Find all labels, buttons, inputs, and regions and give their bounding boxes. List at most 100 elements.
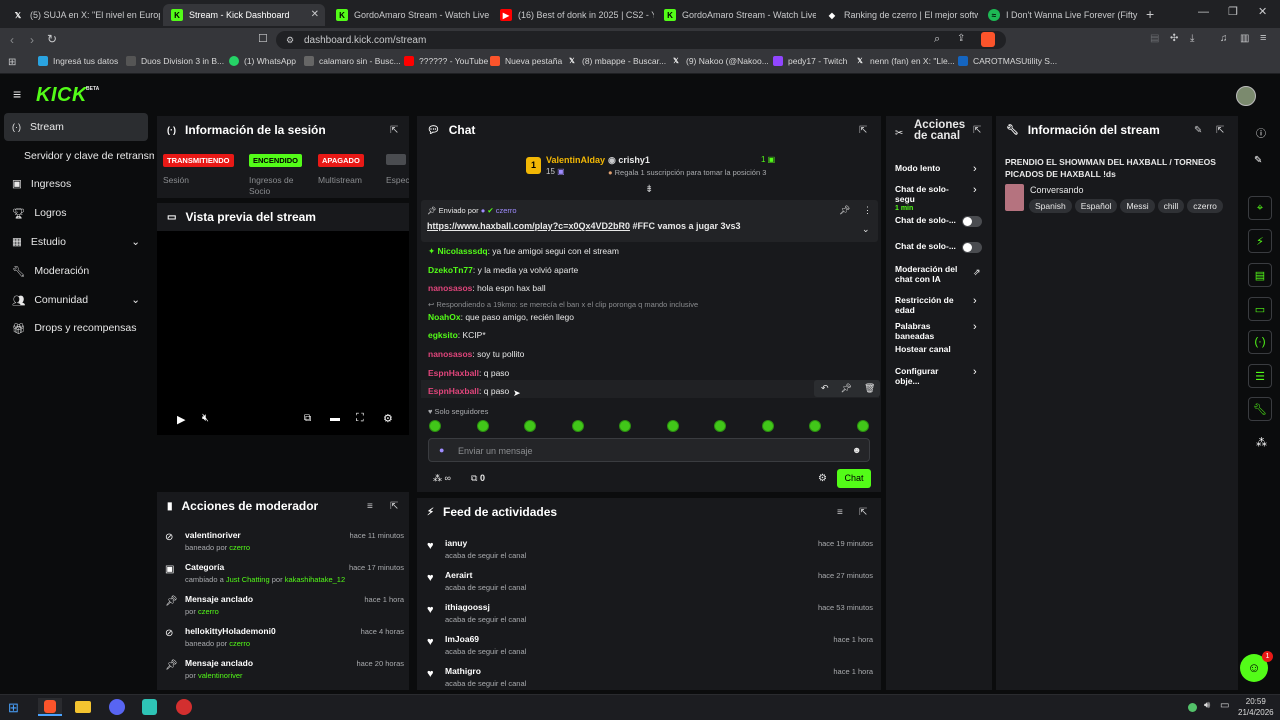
site-info-icon[interactable]: ⚙ [286,35,294,46]
apps-grid-icon[interactable]: ⊞ [8,57,16,68]
feed-user[interactable]: ImJoa69 [445,634,479,644]
fullscreen-icon[interactable]: ⛶ [356,412,364,425]
bookmark-item[interactable]: ?????? - YouTube [404,56,488,66]
browser-tab[interactable]: 𝕏(5) SUJA en X: "El nivel en Europa es [4,4,160,26]
browser-tab[interactable]: ◆ Ranking de czerro | El mejor softwa [818,4,978,26]
more-icon[interactable]: ⋮ [863,205,872,216]
rail-button[interactable]: (·) [1248,330,1272,354]
bookmark-item[interactable]: pedy17 - Twitch [773,56,847,66]
sidebar-item-income[interactable]: ▣ Ingresos [4,170,148,198]
bookmark-item[interactable]: 𝕏 (8) mbappe - Buscar... [567,56,666,66]
app-icon[interactable] [176,699,192,715]
channel-action-item[interactable]: Configurar obje... [895,366,985,386]
emote-icon[interactable] [761,420,774,432]
edit-icon[interactable]: ✎ [1254,155,1262,166]
settings-icon[interactable]: ⚙ [383,412,393,425]
info-icon[interactable]: ⓘ [1256,125,1266,140]
chevron-right-icon[interactable]: › [973,184,977,196]
emote-icon[interactable] [856,420,869,432]
chevron-right-icon[interactable]: › [973,321,977,333]
channel-action-item[interactable]: Moderación del chat con IA [895,264,985,284]
popout-icon[interactable]: ⇱ [390,125,398,136]
toggle-switch[interactable] [962,242,982,253]
app-icon[interactable] [142,699,157,715]
minimize-icon[interactable]: — [1198,6,1209,18]
chevron-right-icon[interactable]: › [973,366,977,378]
edit-icon[interactable]: ✎ [1194,125,1202,136]
new-tab-icon[interactable]: + [1146,6,1154,22]
avatar[interactable] [1236,86,1256,106]
sidebar-item-server-key[interactable]: Servidor y clave de retransmisión [4,142,154,170]
taskbar-brave[interactable] [38,698,62,716]
channel-action-item[interactable]: Chat de solo-segu 1 min [895,184,985,214]
sidebar-item-studio[interactable]: ▦ Estudio ⌄ [4,228,148,256]
bookmark-icon[interactable]: ☐ [258,32,268,45]
collapse-icon[interactable]: ⇟ [645,184,653,195]
emote-icon[interactable] [429,420,441,432]
popout-icon[interactable]: ⇱ [859,125,867,136]
popout-icon[interactable]: ⇱ [390,501,398,512]
points-display[interactable]: ⁂ ∞ [433,473,451,484]
reload-icon[interactable]: ↻ [47,32,57,46]
rail-button[interactable]: 🔧︎ [1248,397,1272,421]
chevron-down-icon[interactable]: ⌄ [862,224,870,235]
external-link-icon[interactable]: ⇗ [973,267,981,278]
pin-icon[interactable]: 📌︎ [841,383,852,394]
media-icon[interactable]: ♫ [1220,33,1228,44]
windows-start-icon[interactable]: ⊞ [8,700,19,716]
browser-tab[interactable]: ▶ (16) Best of donk in 2025 | CS2 - You [492,4,654,26]
popout-icon[interactable]: ⇱ [1216,125,1224,136]
folder-icon[interactable] [75,701,91,713]
send-chat-button[interactable]: Chat [837,469,871,488]
search-icon[interactable]: ⌕ [934,33,940,46]
rail-button[interactable]: ⌖ [1248,196,1272,220]
bookmark-item[interactable]: Duos Division 3 in B... [126,56,224,66]
url-bar[interactable]: dashboard.kick.com/stream [276,31,1006,49]
gifter-name[interactable]: ValentinAlday [546,155,605,165]
feed-user[interactable]: Aerairt [445,570,472,580]
share-icon[interactable]: ⇪ [957,33,965,44]
trash-icon[interactable]: 🗑︎ [864,383,875,394]
clock[interactable]: 20:59 21/4/2026 [1238,696,1274,718]
channel-action-item[interactable]: Hostear canal [895,344,985,355]
channel-action-item[interactable]: Modo lento [895,163,985,174]
sidebar-item-moderation[interactable]: 🔧︎ Moderación [4,257,148,285]
kick-logo[interactable]: KICK [36,84,87,107]
bookmark-item[interactable]: calamaro sin - Busc... [304,56,401,66]
puzzle-icon[interactable]: ✣ [1170,33,1178,44]
browser-tab[interactable]: ≈ I Don't Wanna Live Forever (Fifty [980,4,1140,26]
monitor-icon[interactable]: ▭ [1220,700,1229,711]
theater-icon[interactable]: ▬ [330,413,340,424]
emote-icon[interactable] [571,420,584,432]
emote-icon[interactable] [666,420,679,432]
download-icon[interactable]: ⤓ [1190,33,1194,44]
bookmark-item[interactable]: Nueva pestaña [490,56,562,66]
feed-user[interactable]: ithiagoossj [445,602,490,612]
sidebar-item-drops[interactable]: 🎁︎ Drops y recompensas [4,314,148,342]
volume-icon[interactable]: 🔊︎ [1204,700,1210,711]
chevron-right-icon[interactable]: › [973,295,977,307]
browser-tab[interactable]: K GordoAmaro Stream - Watch Live [656,4,816,26]
status-icon[interactable] [1188,703,1197,712]
sidebar-toggle-icon[interactable]: ▥ [1240,33,1249,44]
discord-icon[interactable] [109,699,125,715]
gift-counter[interactable]: ⧉ 0 [471,473,485,484]
pip-icon[interactable]: ⧉ [304,413,311,424]
menu-icon[interactable]: ≡ [1260,32,1266,44]
channel-action-item[interactable]: Palabras baneadas [895,321,985,341]
bookmark-item[interactable]: (1) WhatsApp [229,56,296,66]
chevron-right-icon[interactable]: › [973,163,977,175]
community-icon[interactable]: ⁂ [1256,436,1267,449]
bookmark-item[interactable]: CAROTMASUtility S... [958,56,1057,66]
browser-tab[interactable]: K GordoAmaro Stream - Watch Live o [328,4,490,26]
rail-button[interactable]: ⚡︎ [1248,229,1272,253]
bookmark-item[interactable]: 𝕏nenn (fan) en X: "Lle... [855,56,955,66]
maximize-icon[interactable]: ❐ [1228,5,1238,18]
popout-icon[interactable]: ⇱ [973,125,981,136]
filter-icon[interactable]: ≡ [837,507,843,518]
sidebar-item-community[interactable]: 👥︎ Comunidad ⌄ [4,286,148,314]
pinned-link[interactable]: https://www.haxball.com/play?c=x0Qx4VD2b… [427,221,630,231]
back-icon[interactable]: ‹ [10,33,14,47]
toggle-switch[interactable] [962,216,982,227]
extension-icon[interactable]: ▤ [1150,33,1159,44]
